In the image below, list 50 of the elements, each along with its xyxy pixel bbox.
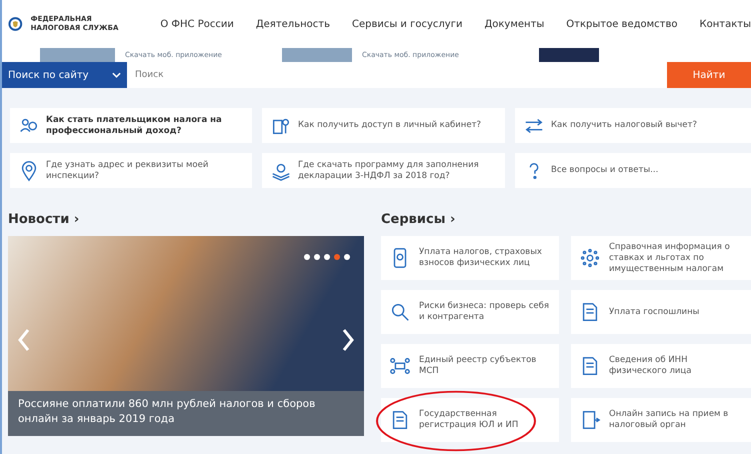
section-heading[interactable]: Новости › — [8, 212, 364, 228]
faq-card[interactable]: Как получить доступ в личный кабинет? — [262, 108, 505, 143]
search-scope-dropdown[interactable]: Поиск по сайту — [2, 62, 127, 88]
nav-link[interactable]: Сервисы и госуслуги — [352, 18, 462, 30]
carousel-dot[interactable] — [314, 254, 320, 260]
faq-text: Как стать плательщиком налога на профессиональный доход? — [46, 114, 223, 136]
service-card[interactable]: Уплата налогов, страховых взносов физических лиц — [381, 236, 559, 280]
nav-link[interactable]: Документы — [484, 18, 544, 30]
nav-link[interactable]: Открытое ведомство — [566, 18, 678, 30]
service-card[interactable]: Сведения об ИНН физического лица — [571, 344, 751, 388]
search-field[interactable]: Поиск — [127, 62, 667, 88]
service-card[interactable]: Уплата госпошлины — [571, 290, 751, 334]
faq-card[interactable]: Как получить налоговый вычет? — [515, 108, 751, 143]
service-text: Онлайн запись на прием в налоговый орган — [609, 409, 730, 431]
faq-card[interactable]: Где узнать адрес и реквизиты моей инспекции? — [10, 153, 252, 188]
service-text: Справочная информация о ставках и льготах по имущественным налогам — [609, 242, 731, 274]
carousel-dot[interactable] — [344, 254, 350, 260]
service-text: Уплата налогов, страховых взносов физических лиц — [419, 247, 543, 269]
service-text: Риски бизнеса: проверь себя и контрагента — [419, 301, 550, 323]
photo-placeholder — [282, 48, 352, 62]
photo-placeholder — [538, 48, 599, 62]
faq-text: Все вопросы и ответы... — [551, 165, 658, 176]
service-card[interactable]: Государственная регистрация ЮЛ и ИП — [381, 398, 559, 442]
service-text: Единый реестр субъектов МСП — [419, 355, 538, 377]
faq-text: Где скачать программу для заполнения декларации 3-НДФЛ за 2018 год? — [298, 160, 480, 182]
search-icon — [389, 301, 411, 323]
service-card[interactable]: Онлайн запись на прием в налоговый орган — [571, 398, 751, 442]
carousel-dot[interactable] — [334, 254, 340, 260]
network-icon — [389, 355, 411, 377]
carousel-dot[interactable] — [324, 254, 330, 260]
faq-text: Как получить налоговый вычет? — [551, 120, 697, 131]
faq-text: Как получить доступ в личный кабинет? — [298, 120, 482, 131]
faq-card[interactable]: Как стать плательщиком налога на профессиональный доход? — [10, 108, 252, 143]
service-card[interactable]: Справочная информация о ставках и льготах по имущественным налогам — [571, 236, 751, 280]
chevron-down-icon — [112, 72, 121, 78]
service-text: Уплата госпошлины — [609, 306, 700, 318]
service-text: Сведения об ИНН физического лица — [609, 355, 692, 377]
dots-icon — [579, 247, 601, 269]
news-caption[interactable]: Россияне оплатили 860 млн рублей налогов и сборов онлайн за январь 2019 года — [8, 391, 364, 436]
section-heading[interactable]: Сервисы › — [381, 212, 751, 228]
faq-card[interactable]: Все вопросы и ответы... — [515, 153, 751, 188]
nav-link[interactable]: Деятельность — [256, 18, 330, 30]
service-card[interactable]: Риски бизнеса: проверь себя и контрагента — [381, 290, 559, 334]
nav-link[interactable]: О ФНС России — [160, 18, 234, 30]
carousel-dot[interactable] — [304, 254, 310, 260]
service-text: Государственная регистрация ЮЛ и ИП — [419, 409, 520, 431]
faq-card[interactable]: Где скачать программу для заполнения декларации 3-НДФЛ за 2018 год? — [262, 153, 505, 188]
faq-text: Где узнать адрес и реквизиты моей инспекции? — [46, 160, 210, 182]
service-card[interactable]: Единый реестр субъектов МСП — [381, 344, 559, 388]
nav-link[interactable]: Контакты — [700, 18, 751, 30]
